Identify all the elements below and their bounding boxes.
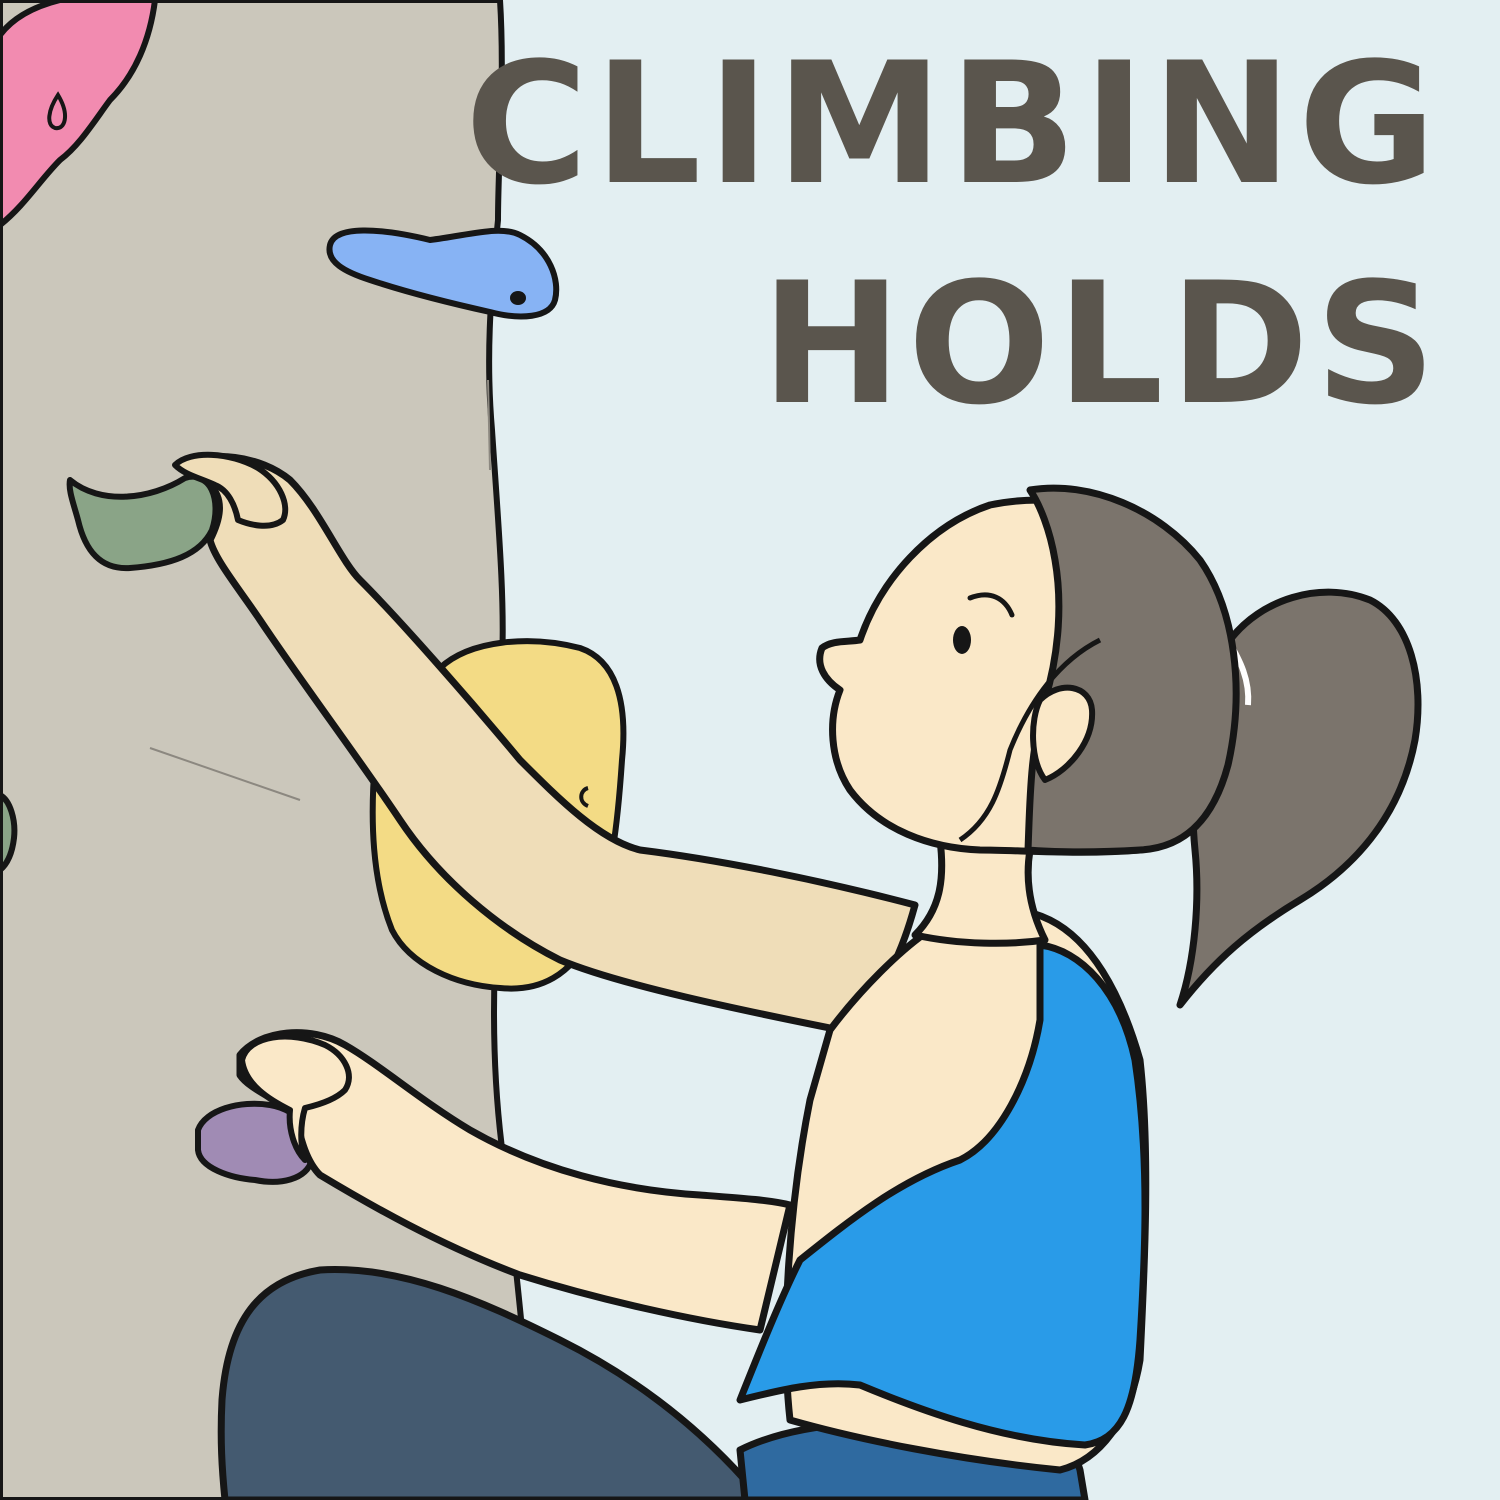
illustration: CLIMBING HOLDS [0, 0, 1500, 1500]
title-line-1: CLIMBING [464, 26, 1442, 222]
neck [911, 836, 1049, 947]
eye [953, 626, 971, 654]
page-title: CLIMBING HOLDS [465, 40, 1442, 428]
title-line-2: HOLDS [761, 246, 1442, 442]
